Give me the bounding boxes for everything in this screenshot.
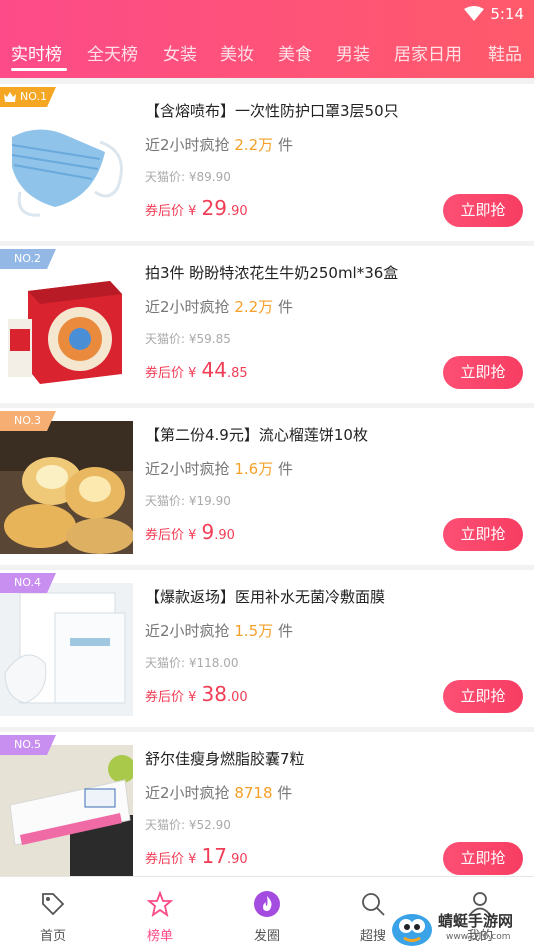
buy-now-button[interactable]: 立即抢 — [443, 842, 523, 875]
product-title[interactable]: 舒尔佳瘦身燃脂胶囊7粒 — [145, 748, 305, 769]
site-watermark: 蜻蜓手游网 www.QT6.com — [388, 908, 534, 949]
tab-women[interactable]: 女装 — [163, 40, 197, 65]
coupon-price: 券后价 ¥ 38.00 — [145, 682, 248, 706]
nav-ranking[interactable]: 榜单 — [107, 877, 213, 949]
coupon-price: 券后价 ¥ 29.90 — [145, 196, 248, 220]
search-icon — [362, 893, 385, 916]
product-title[interactable]: 【含熔喷布】一次性防护口罩3层50只 — [145, 100, 399, 121]
sales-count: 近2小时疯抢 1.6万 件 — [145, 460, 293, 478]
sales-count: 近2小时疯抢 2.2万 件 — [145, 298, 293, 316]
sales-count: 近2小时疯抢 2.2万 件 — [145, 136, 293, 154]
status-bar: 5:14 — [0, 0, 534, 30]
product-image-milk-box[interactable] — [0, 259, 133, 392]
buy-now-button[interactable]: 立即抢 — [443, 518, 523, 551]
tab-beauty[interactable]: 美妆 — [220, 40, 254, 65]
header: 5:14 实时榜 全天榜 女装 美妆 美食 男装 居家日用 鞋品 — [0, 0, 534, 78]
product-image-durian-cake[interactable] — [0, 421, 133, 554]
tag-icon — [42, 893, 65, 916]
tab-shoes[interactable]: 鞋品 — [488, 40, 522, 65]
category-tabs: 实时榜 全天榜 女装 美妆 美食 男装 居家日用 鞋品 — [0, 36, 534, 76]
wifi-icon — [464, 6, 484, 21]
product-title[interactable]: 拍3件 盼盼特浓花生牛奶250ml*36盒 — [145, 262, 398, 283]
product-image-mask[interactable] — [0, 97, 133, 230]
product-card[interactable]: NO.1 【含熔喷布】一次性防护口罩3层50只 近2小时疯抢 2.2万 件 天猫… — [0, 84, 534, 241]
tmall-price: 天猫价: ¥52.90 — [145, 818, 231, 832]
tab-men[interactable]: 男装 — [336, 40, 370, 65]
buy-now-button[interactable]: 立即抢 — [443, 194, 523, 227]
sales-count: 近2小时疯抢 1.5万 件 — [145, 622, 293, 640]
tmall-price: 天猫价: ¥118.00 — [145, 656, 239, 670]
tmall-price: 天猫价: ¥19.90 — [145, 494, 231, 508]
tab-home[interactable]: 居家日用 — [394, 40, 462, 65]
rank-badge: NO.5 — [0, 735, 56, 755]
status-time: 5:14 — [490, 5, 524, 23]
product-card[interactable]: NO.5 舒尔佳瘦身燃脂胶囊7粒 近2小时疯抢 8718 件 天猫价: ¥52.… — [0, 732, 534, 889]
rank-badge: NO.4 — [0, 573, 56, 593]
coupon-price: 券后价 ¥ 44.85 — [145, 358, 248, 382]
tab-realtime[interactable]: 实时榜 — [11, 40, 62, 65]
active-tab-indicator — [11, 68, 67, 71]
tmall-price: 天猫价: ¥59.85 — [145, 332, 231, 346]
tab-food[interactable]: 美食 — [278, 40, 312, 65]
product-image-capsule-box[interactable] — [0, 745, 133, 878]
nav-moments[interactable]: 发圈 — [214, 877, 320, 949]
rank-badge: NO.1 — [0, 87, 56, 107]
dragonfly-logo-icon — [392, 914, 432, 946]
nav-home[interactable]: 首页 — [0, 877, 106, 949]
product-image-face-mask[interactable] — [0, 583, 133, 716]
buy-now-button[interactable]: 立即抢 — [443, 680, 523, 713]
product-card[interactable]: NO.3 【第二份4.9元】流心榴莲饼10枚 近2小时疯抢 1.6万 件 天猫价… — [0, 408, 534, 565]
star-icon — [147, 891, 173, 917]
product-title[interactable]: 【第二份4.9元】流心榴莲饼10枚 — [145, 424, 368, 445]
product-card[interactable]: NO.2 拍3件 盼盼特浓花生牛奶250ml*36盒 近2小时疯抢 2.2万 件… — [0, 246, 534, 403]
sales-count: 近2小时疯抢 8718 件 — [145, 784, 293, 802]
tmall-price: 天猫价: ¥89.90 — [145, 170, 231, 184]
crown-icon — [4, 92, 16, 102]
rank-badge: NO.3 — [0, 411, 56, 431]
product-title[interactable]: 【爆款返场】医用补水无菌冷敷面膜 — [145, 586, 385, 607]
tab-all-day[interactable]: 全天榜 — [87, 40, 138, 65]
rank-badge: NO.2 — [0, 249, 56, 269]
coupon-price: 券后价 ¥ 9.90 — [145, 520, 235, 544]
buy-now-button[interactable]: 立即抢 — [443, 356, 523, 389]
product-card[interactable]: NO.4 【爆款返场】医用补水无菌冷敷面膜 近2小时疯抢 1.5万 件 天猫价:… — [0, 570, 534, 727]
coupon-price: 券后价 ¥ 17.90 — [145, 844, 248, 868]
flame-icon — [254, 891, 280, 917]
